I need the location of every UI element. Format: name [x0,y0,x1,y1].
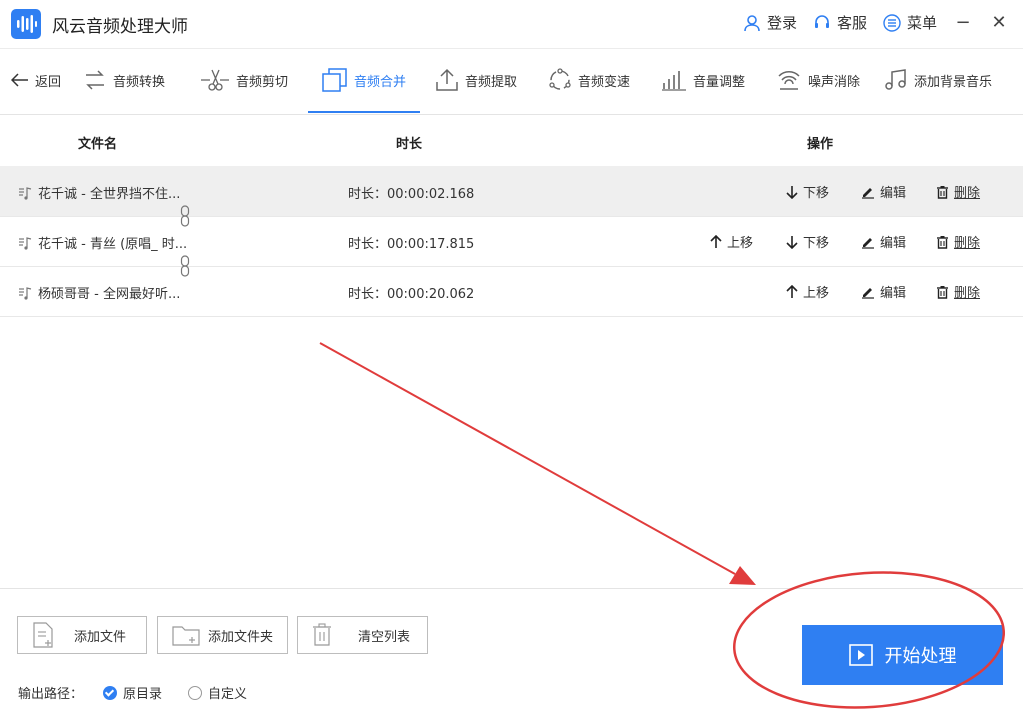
merge-icon [322,68,347,92]
tab-audio-cut[interactable]: 音频剪切 [200,48,288,112]
move-down-button[interactable]: 下移 [786,182,829,201]
add-folder-label: 添加文件夹 [208,629,274,645]
pencil-icon [862,237,874,249]
tab-noise-removal[interactable]: 噪声消除 [776,48,860,112]
back-label: 返回 [35,74,62,90]
move-up-button[interactable]: 上移 [710,232,753,251]
radio-original-dir[interactable]: 原目录 [103,683,162,702]
delete-button[interactable]: 删除 [936,232,980,251]
menu-icon [883,13,901,32]
edit-button[interactable]: 编辑 [861,282,906,301]
file-name: 花千诚 - 全世界挡不住... [38,187,181,202]
music-file-icon [19,236,32,250]
volume-bars-icon [662,71,686,91]
tab-audio-merge[interactable]: 音频合并 [307,48,421,113]
radio-unchecked-icon [188,685,203,700]
arrow-up-icon [710,234,722,248]
trash-icon [313,623,331,646]
table-row[interactable]: 花千诚 - 青丝 (原唱_ 时... 时长：00:00:17.815 上移 下移… [0,216,1023,267]
trash-icon [937,185,948,199]
tab-audio-extract[interactable]: 音频提取 [435,48,517,112]
column-header-name: 文件名 [78,137,118,152]
column-header-ops: 操作 [807,137,834,152]
noise-icon [778,71,800,90]
minimize-button[interactable]: − [953,12,973,33]
tab-audio-speed[interactable]: 音频变速 [548,48,630,112]
music-file-icon [19,186,32,200]
function-toolbar: 返回 音频转换 音频剪切 音频合并 音频提取 音频变速 音量调整 噪声消除 添加… [0,48,1023,115]
scissors-icon [201,69,229,91]
table-row[interactable]: 杨硕哥哥 - 全网最好听... 时长：00:00:20.062 上移 编辑 删除 [0,266,1023,317]
output-path-label: 输出路径： [18,687,84,702]
add-folder-button[interactable]: 添加文件夹 [157,616,288,654]
annotation-arrow [319,342,736,575]
close-button[interactable]: ✕ [989,12,1009,33]
arrow-up-icon [786,284,798,298]
service-label: 客服 [836,14,867,32]
tab-label: 音频合并 [354,74,407,90]
back-button[interactable]: 返回 [11,48,61,112]
radio-checked-icon [103,685,118,700]
arrow-down-icon [786,235,798,249]
arrow-left-icon [11,73,28,87]
upload-icon [436,68,458,91]
trash-icon [937,285,948,299]
edit-button[interactable]: 编辑 [861,182,906,201]
music-file-icon [19,286,32,300]
title-bar: 风云音频处理大师 登录 客服 菜单 − ✕ [0,0,1023,49]
speed-icon [549,68,571,90]
move-up-button[interactable]: 上移 [786,282,829,301]
tab-label: 音频转换 [113,74,166,90]
menu-button[interactable]: 菜单 [883,12,937,33]
start-process-label: 开始处理 [884,646,957,667]
convert-icon [86,70,104,90]
trash-icon [937,235,948,249]
add-file-icon [33,622,53,648]
music-note-icon [885,69,906,90]
file-name: 花千诚 - 青丝 (原唱_ 时... [38,237,188,252]
add-folder-icon [172,626,200,646]
file-duration: 时长：00:00:20.062 [348,287,475,302]
tab-add-background-music[interactable]: 添加背景音乐 [884,48,992,112]
login-button[interactable]: 登录 [743,12,797,33]
move-down-button[interactable]: 下移 [786,232,829,251]
add-file-button[interactable]: 添加文件 [17,616,147,654]
add-file-label: 添加文件 [74,629,127,645]
tab-label: 音频剪切 [236,74,289,90]
file-name: 杨硕哥哥 - 全网最好听... [38,287,181,302]
tab-label: 添加背景音乐 [914,74,993,90]
app-title: 风云音频处理大师 [52,17,188,37]
tab-volume-adjust[interactable]: 音量调整 [661,48,745,112]
tab-label: 音频提取 [465,74,518,90]
pencil-icon [862,287,874,299]
column-header-duration: 时长 [396,137,423,152]
pencil-icon [862,187,874,199]
tab-label: 音量调整 [693,74,746,90]
headset-icon [814,14,829,28]
service-button[interactable]: 客服 [813,12,867,33]
bottom-panel: 添加文件 添加文件夹 清空列表 输出路径： 原目录 自定义 开始处理 [0,588,1023,714]
play-icon [848,644,873,666]
output-path-row: 输出路径： 原目录 自定义 [18,683,247,702]
edit-button[interactable]: 编辑 [861,232,906,251]
start-process-button[interactable]: 开始处理 [802,625,1003,685]
table-header: 文件名 时长 操作 [0,115,1023,165]
tab-label: 音频变速 [578,74,631,90]
user-icon [744,14,760,31]
delete-button[interactable]: 删除 [936,282,980,301]
tab-audio-convert[interactable]: 音频转换 [83,48,165,112]
table-row[interactable]: 花千诚 - 全世界挡不住... 时长：00:00:02.168 下移 编辑 删除 [0,166,1023,217]
annotation-arrowhead [729,566,756,585]
login-label: 登录 [766,14,797,32]
radio-custom-dir[interactable]: 自定义 [188,683,247,702]
delete-button[interactable]: 删除 [936,182,980,201]
file-duration: 时长：00:00:02.168 [348,187,475,202]
menu-label: 菜单 [906,14,937,32]
clear-list-button[interactable]: 清空列表 [297,616,428,654]
clear-list-label: 清空列表 [358,629,411,645]
file-duration: 时长：00:00:17.815 [348,237,475,252]
arrow-down-icon [786,185,798,199]
app-logo-icon [11,9,41,39]
tab-label: 噪声消除 [808,74,861,90]
